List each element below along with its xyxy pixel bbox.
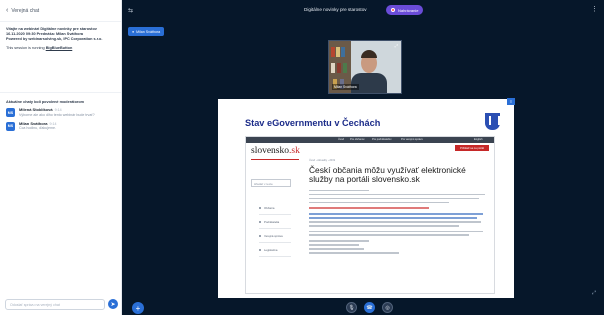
book — [331, 47, 335, 57]
chat-header-label: Verejná chat — [11, 7, 40, 14]
camera-button[interactable]: ◎ — [382, 302, 393, 313]
talking-indicator: ● Milan Sváthora — [128, 27, 165, 36]
site-article: Úvod › Aktuality › 2019 Českí občania mô… — [309, 159, 487, 256]
site-nav-item: Pre občanov — [350, 138, 365, 141]
record-icon — [391, 8, 395, 12]
avatar: MS — [6, 108, 15, 117]
book — [343, 63, 347, 73]
chevron-left-icon[interactable]: ‹ — [6, 7, 8, 14]
more-options-icon[interactable]: ⋮ — [591, 5, 598, 13]
website-screenshot: Úvod Pre občanov Pre podnikateľov Pre ve… — [245, 136, 495, 294]
site-logo-underline — [251, 159, 299, 160]
site-nav-item: English — [474, 138, 483, 141]
recording-indicator[interactable]: Nahrávanie — [386, 5, 424, 15]
chat-message-input[interactable]: Odoslať správu na verejný chat — [5, 299, 105, 310]
site-menu-item: Občania — [259, 201, 291, 215]
book — [336, 47, 340, 57]
send-icon: ➤ — [110, 301, 116, 308]
chat-header[interactable]: ‹ Verejná chat — [0, 0, 121, 22]
site-nav-item: Pre podnikateľov — [372, 138, 392, 141]
chat-message: MS Milan Sváthora 9:14 Cca hodinu, ďakuje… — [6, 120, 115, 132]
message-time: 9:14 — [54, 108, 62, 112]
talking-name: Milan Sváthora — [136, 29, 161, 34]
microphone-icon: ● — [132, 29, 135, 34]
webcam-video[interactable]: ⤢ Milan Sváthora — [328, 40, 402, 94]
welcome-line-1: Vitajte na webinári Digitálne novinky pr… — [6, 27, 97, 31]
site-login-button: Prihlásiť sa na portál — [455, 145, 489, 151]
plus-icon: + — [135, 303, 141, 313]
menu-icon: ≡ — [509, 99, 513, 104]
book — [337, 63, 341, 73]
message-author: Milená Stoklíková — [19, 107, 53, 112]
meeting-title: Digitálne novinky pre starostov — [304, 7, 367, 12]
presentation-area: ⇆ Digitálne novinky pre starostov Nahráv… — [122, 0, 604, 315]
avatar: MS — [6, 121, 15, 131]
welcome-line-2: 16.11.2020 09:30 Prednáša: Milan Sváthor… — [6, 32, 84, 37]
media-controls: 🎙 ☎ ◎ — [346, 302, 400, 313]
slide-options-button[interactable]: ≡ — [507, 98, 515, 105]
site-nav: Úvod Pre občanov Pre podnikateľov Pre ve… — [246, 137, 494, 143]
chat-section-label: Aktuálne chaty boli povolené moderátorom — [6, 100, 85, 104]
site-menu-item: Verejná správa — [259, 229, 291, 243]
recording-text: This session is running — [6, 45, 45, 50]
message-text: Cca hodinu, ďakujeme. — [19, 126, 56, 131]
welcome-message: Vitajte na webinári Digitálne novinky pr… — [0, 27, 121, 93]
site-menu-item: Legislatíva — [259, 243, 291, 257]
site-logo: slovensko.sk — [251, 146, 300, 156]
expand-icon[interactable]: ⤢ — [395, 43, 398, 48]
recording-label: Nahrávanie — [398, 7, 419, 13]
book — [341, 47, 345, 57]
article-title: Českí občania môžu využívať elektronické… — [309, 165, 466, 185]
site-logo-name: slovensko — [251, 146, 289, 156]
users-icon[interactable]: ⇆ — [128, 7, 133, 14]
welcome-line-3: Powered by webinarsolving.sk, IPC Corpor… — [6, 37, 103, 42]
top-bar: ⇆ Digitálne novinky pre starostov Nahráv… — [122, 0, 604, 22]
site-menu-item: Podnikatelia — [259, 215, 291, 229]
message-author: Milan Sváthora — [19, 120, 48, 126]
book — [331, 63, 335, 73]
site-nav-item: Pre verejnú správu — [401, 138, 423, 141]
microphone-icon: 🎙 — [348, 304, 355, 311]
presentation-slide: ≡ Stav eGovernmentu v Čechách Úvod Pre o… — [218, 98, 515, 298]
message-time: 9:14 — [49, 121, 57, 126]
site-breadcrumb: Úvod › Aktuality › 2019 — [309, 159, 336, 162]
coat-of-arms-logo — [485, 113, 500, 130]
article-body — [309, 189, 487, 254]
recording-link[interactable]: BigBlueButton — [46, 46, 73, 50]
audio-button[interactable]: ☎ — [364, 302, 375, 313]
site-side-menu: Občania Podnikatelia Verejná správa Legi… — [259, 201, 291, 257]
site-logo-tld: .sk — [289, 146, 300, 156]
site-search-box: Hľadať v texte — [251, 179, 291, 187]
microphone-button[interactable]: 🎙 — [346, 302, 357, 313]
slide-title: Stav eGovernmentu v Čechách — [245, 118, 381, 128]
app-window: ‹ Verejná chat Vitajte na webinári Digit… — [0, 0, 604, 315]
phone-icon: ☎ — [366, 304, 373, 311]
webcam-name: Milan Sváthora — [332, 84, 359, 90]
chat-message: MS Milená Stoklíková 9:14 Výborne ale ako… — [6, 107, 115, 118]
send-button[interactable]: ➤ — [108, 299, 118, 309]
message-text: Výborne ale ako dlho tento webinár bude … — [19, 112, 95, 117]
add-action-button[interactable]: + — [132, 302, 144, 314]
camera-icon: ◎ — [385, 304, 390, 311]
site-nav-item: Úvod — [338, 138, 345, 141]
fullscreen-icon[interactable]: ⤢ — [592, 290, 596, 296]
chat-sidebar: ‹ Verejná chat Vitajte na webinári Digit… — [0, 0, 122, 315]
